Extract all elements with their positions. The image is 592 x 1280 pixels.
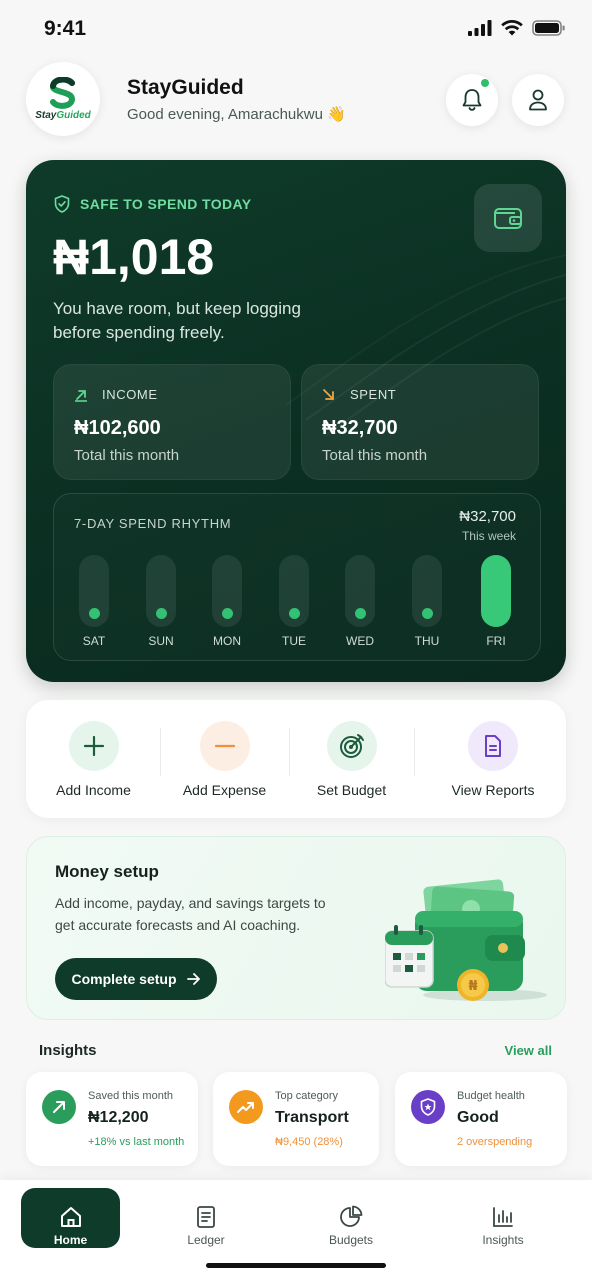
rhythm-bar-wed <box>345 555 375 627</box>
day-label: SUN <box>148 634 174 648</box>
nav-home[interactable]: Home <box>21 1188 120 1248</box>
income-summary[interactable]: INCOME ₦102,600 Total this month <box>53 364 291 480</box>
status-icons <box>468 20 566 36</box>
arrow-down-right-icon <box>323 388 334 400</box>
complete-setup-button[interactable]: Complete setup <box>55 958 217 1000</box>
app-name: StayGuided <box>127 76 244 99</box>
battery-icon <box>532 20 565 36</box>
setup-description: Add income, payday, and savings targets … <box>55 895 326 933</box>
day-label: TUE <box>282 634 306 648</box>
greeting-text: Good evening, Amarachukwu 👋 <box>127 106 346 123</box>
safe-to-spend-label: SAFE TO SPEND TODAY <box>54 195 252 213</box>
day-label: THU <box>414 634 440 648</box>
arrow-up-right-icon <box>53 1101 65 1113</box>
arrow-right-icon <box>186 973 200 985</box>
rhythm-bar-tue <box>279 555 309 627</box>
arrow-up-right-icon <box>75 389 87 402</box>
pie-chart-icon <box>340 1205 363 1227</box>
shield-check-icon <box>54 195 70 213</box>
set-budget-button[interactable]: Set Budget <box>284 700 419 818</box>
spent-label: SPENT <box>350 387 397 402</box>
insight-card-saved[interactable]: Saved this month ₦12,200 +18% vs last mo… <box>26 1072 198 1166</box>
view-reports-button[interactable]: View Reports <box>420 700 566 818</box>
spend-rhythm-card[interactable]: 7-DAY SPEND RHYTHM ₦32,700 This week SAT… <box>53 493 541 661</box>
app-logo: StayGuided <box>26 62 100 136</box>
quick-actions: Add Income Add Expense Set Budget View R… <box>26 700 566 818</box>
view-all-link[interactable]: View all <box>505 1043 552 1058</box>
svg-text:₦: ₦ <box>468 979 477 994</box>
wallet-calendar-illustration: ₦ <box>385 879 547 1001</box>
safe-to-spend-note: You have room, but keep logging before s… <box>53 299 301 342</box>
ledger-icon <box>197 1206 215 1228</box>
rhythm-bar-fri <box>481 555 511 627</box>
rhythm-bar-thu <box>412 555 442 627</box>
home-indicator[interactable] <box>206 1263 386 1268</box>
add-income-button[interactable]: Add Income <box>26 700 161 818</box>
notification-dot <box>481 79 489 87</box>
day-label: FRI <box>486 634 506 648</box>
income-label: INCOME <box>102 387 158 402</box>
minus-icon <box>214 744 235 748</box>
signal-icon <box>468 20 492 36</box>
wifi-icon <box>501 20 523 36</box>
divider <box>414 728 415 776</box>
rhythm-bar-mon <box>212 555 242 627</box>
day-label: SAT <box>82 634 106 648</box>
logo-wordmark: StayGuided <box>35 110 91 121</box>
report-icon <box>485 735 501 757</box>
nav-ledger[interactable]: Ledger <box>156 1188 256 1248</box>
home-icon <box>60 1207 81 1227</box>
status-bar: 9:41 <box>0 0 592 60</box>
status-time: 9:41 <box>44 17 87 40</box>
profile-button[interactable] <box>512 74 564 126</box>
money-setup-card: Money setup Add income, payday, and savi… <box>26 836 566 1020</box>
spent-summary[interactable]: SPENT ₦32,700 Total this month <box>301 364 539 480</box>
logo-mark-icon <box>50 77 76 109</box>
nav-budgets[interactable]: Budgets <box>301 1188 401 1248</box>
rhythm-bar-sat <box>79 555 109 627</box>
income-sub: Total this month <box>74 447 180 464</box>
rhythm-subtitle: This week <box>461 529 516 543</box>
shield-star-icon <box>420 1098 436 1116</box>
nav-insights[interactable]: Insights <box>453 1188 553 1248</box>
income-value: ₦102,600 <box>74 417 161 439</box>
user-icon <box>529 89 547 111</box>
insights-title: Insights <box>39 1042 97 1059</box>
rhythm-bar-sun <box>146 555 176 627</box>
spent-value: ₦32,700 <box>322 417 398 439</box>
trend-up-icon <box>237 1102 254 1113</box>
spent-sub: Total this month <box>322 447 428 464</box>
day-label: MON <box>213 634 241 648</box>
bell-icon <box>462 89 482 111</box>
rhythm-title: 7-DAY SPEND RHYTHM <box>74 516 232 531</box>
day-label: WED <box>346 634 374 648</box>
bar-chart-icon <box>493 1207 513 1227</box>
add-expense-button[interactable]: Add Expense <box>157 700 292 818</box>
wallet-button[interactable] <box>474 184 542 252</box>
notifications-button[interactable] <box>446 74 498 126</box>
safe-to-spend-amount: ₦1,018 <box>53 229 215 285</box>
wallet-icon <box>494 208 522 229</box>
insight-card-top-category[interactable]: Top category Transport ₦9,450 (28%) <box>213 1072 379 1166</box>
insight-card-budget-health[interactable]: Budget health Good 2 overspending <box>395 1072 567 1166</box>
rhythm-total: ₦32,700 <box>459 508 516 525</box>
setup-title: Money setup <box>55 862 159 881</box>
plus-icon <box>83 735 104 757</box>
target-icon <box>339 734 364 758</box>
